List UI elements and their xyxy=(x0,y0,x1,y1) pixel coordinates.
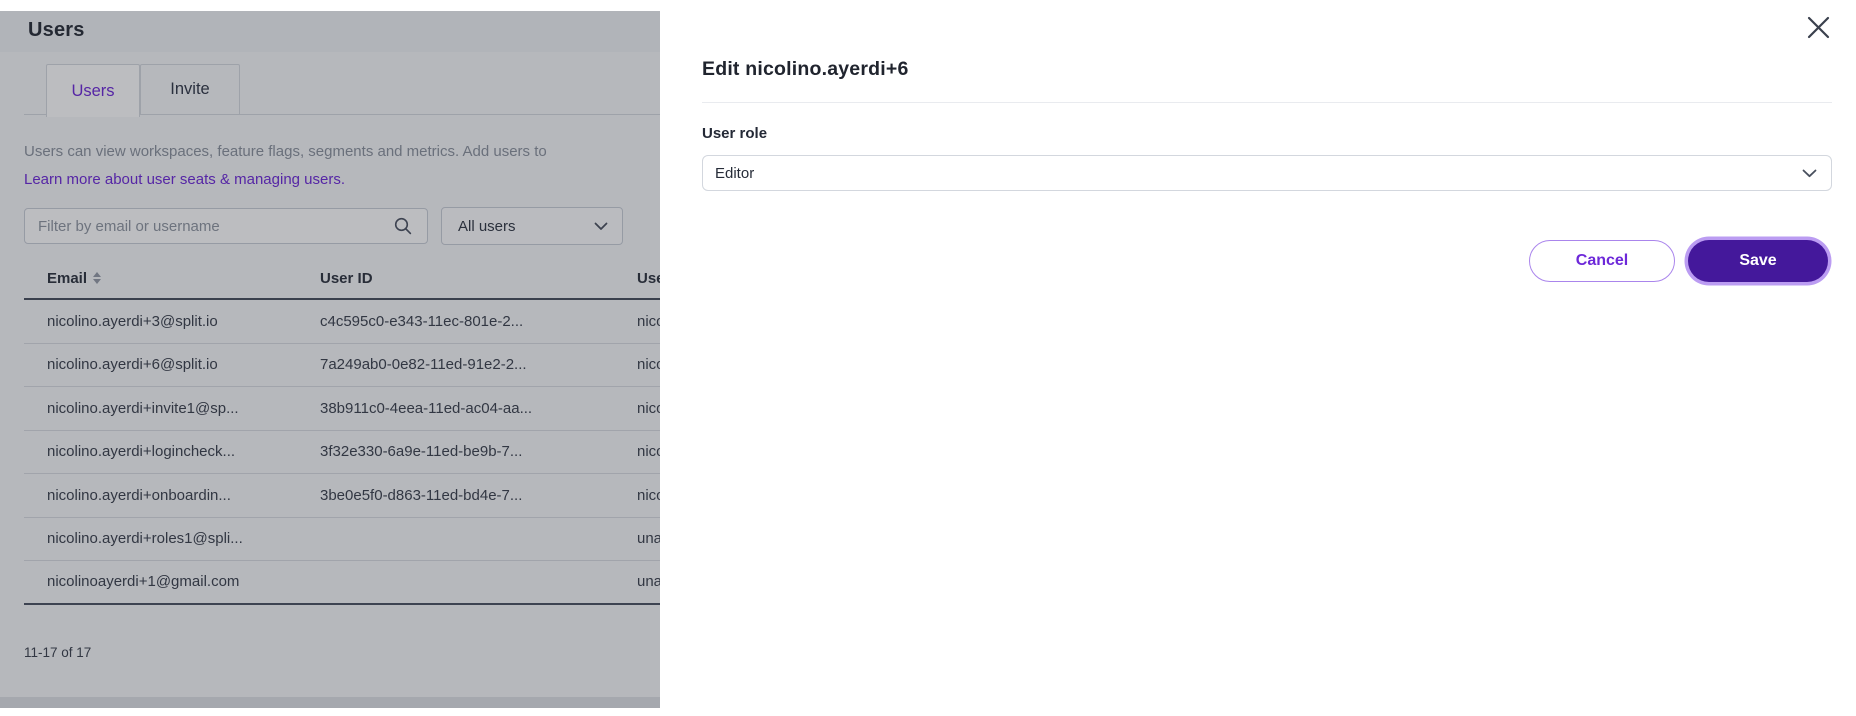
drawer-divider xyxy=(702,102,1832,103)
user-role-select[interactable]: Editor xyxy=(702,155,1832,191)
cancel-button[interactable]: Cancel xyxy=(1529,240,1675,282)
close-button[interactable] xyxy=(1805,16,1831,42)
close-icon xyxy=(1807,16,1830,39)
edit-user-drawer: Edit nicolino.ayerdi+6 User role Editor … xyxy=(660,0,1856,716)
save-button[interactable]: Save xyxy=(1688,240,1828,282)
drawer-actions: Cancel Save xyxy=(702,240,1832,282)
user-role-label: User role xyxy=(702,125,1832,142)
screen: Users Users Invite Users can view worksp… xyxy=(0,0,1856,716)
user-role-value: Editor xyxy=(715,165,1802,182)
modal-backdrop[interactable] xyxy=(0,11,660,708)
drawer-title: Edit nicolino.ayerdi+6 xyxy=(702,58,1832,81)
chevron-down-icon xyxy=(1802,169,1817,178)
users-page: Users Users Invite Users can view worksp… xyxy=(0,11,660,708)
